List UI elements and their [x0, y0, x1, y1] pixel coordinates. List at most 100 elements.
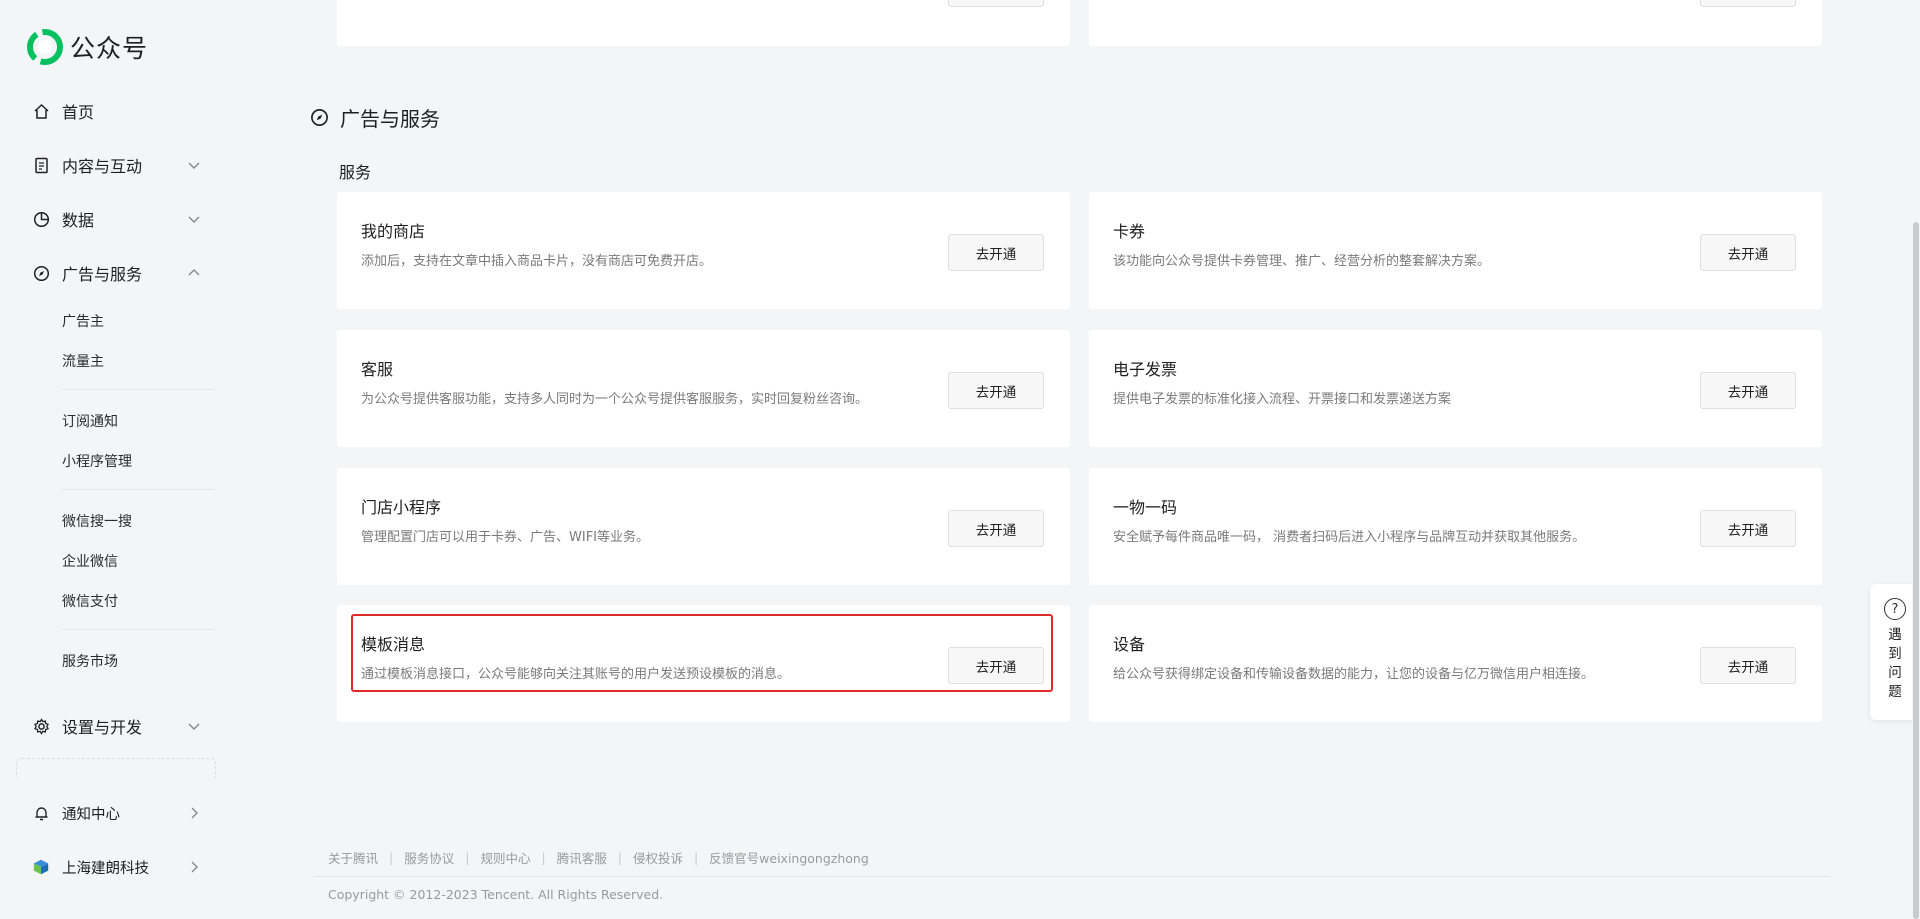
service-card-customer-service: 客服 为公众号提供客服功能，支持多人同时为一个公众号提供客服服务，实时回复粉丝咨…	[337, 330, 1070, 447]
card-title: 设备	[1113, 635, 1146, 654]
footer-link-feedback[interactable]: 反馈官号weixingongzhong	[709, 848, 869, 867]
footer-links: 关于腾讯 | 服务协议 | 规则中心 | 腾讯客服 | 侵权投诉 | 反馈官号w…	[328, 848, 869, 867]
home-icon	[32, 102, 50, 120]
service-card-coupons: 卡券 该功能向公众号提供卡券管理、推广、经营分析的整套解决方案。 去开通	[1089, 192, 1822, 309]
card-description: 通过模板消息接口，公众号能够向关注其账号的用户发送预设模板的消息。	[361, 667, 791, 682]
card-title: 模板消息	[361, 635, 426, 654]
sidebar-item-subscription-notice[interactable]: 订阅通知	[62, 411, 118, 431]
card-title: 我的商店	[361, 222, 426, 241]
footer-link-rules[interactable]: 规则中心	[480, 848, 530, 867]
nav-ads-label: 广告与服务	[62, 265, 143, 284]
open-button-partial[interactable]	[1700, 0, 1796, 7]
pie-chart-icon	[32, 210, 50, 228]
service-card-device: 设备 给公众号获得绑定设备和传输设备数据的能力，让您的设备与亿万微信用户相连接。…	[1089, 605, 1822, 722]
bell-icon	[32, 804, 50, 822]
nav-ads-services[interactable]: 广告与服务	[32, 259, 202, 287]
nav-account-label: 上海建朗科技	[62, 860, 149, 877]
section-title: 广告与服务	[310, 103, 440, 132]
separator: |	[389, 850, 394, 865]
card-partial-left	[337, 0, 1070, 46]
chevron-right-icon	[191, 807, 198, 819]
service-card-e-invoice: 电子发票 提供电子发票的标准化接入流程、开票接口和发票递送方案 去开通	[1089, 330, 1822, 447]
separator: |	[693, 850, 699, 865]
sidebar-item-publisher[interactable]: 流量主	[62, 351, 104, 371]
section-title-text: 广告与服务	[340, 107, 440, 131]
card-title: 电子发票	[1113, 360, 1178, 379]
nav-notifications[interactable]: 通知中心	[32, 799, 202, 827]
card-title: 一物一码	[1113, 498, 1178, 517]
card-description: 安全赋予每件商品唯一码， 消费者扫码后进入小程序与品牌互动并获取其他服务。	[1113, 530, 1586, 545]
open-button[interactable]: 去开通	[948, 234, 1044, 271]
footer-divider	[314, 876, 1830, 877]
nav-notifications-label: 通知中心	[62, 806, 120, 823]
scrollbar-thumb[interactable]	[1913, 222, 1919, 919]
open-button-partial[interactable]	[948, 0, 1044, 7]
divider	[62, 389, 214, 390]
dashed-separator	[16, 758, 216, 778]
nav-home-label: 首页	[62, 103, 95, 122]
open-button[interactable]: 去开通	[948, 510, 1044, 547]
footer-link-about[interactable]: 关于腾讯	[328, 848, 378, 867]
card-partial-right	[1089, 0, 1822, 46]
sidebar-item-advertiser[interactable]: 广告主	[62, 311, 104, 331]
service-card-one-item-one-code: 一物一码 安全赋予每件商品唯一码， 消费者扫码后进入小程序与品牌互动并获取其他服…	[1089, 468, 1822, 585]
nav-account[interactable]: 上海建朗科技	[32, 853, 202, 881]
card-description: 该功能向公众号提供卡券管理、推广、经营分析的整套解决方案。	[1113, 254, 1491, 269]
nav-settings-label: 设置与开发	[62, 718, 143, 737]
separator: |	[465, 850, 470, 865]
open-button[interactable]: 去开通	[1700, 372, 1796, 409]
card-description: 添加后，支持在文章中插入商品卡片，没有商店可免费开店。	[361, 254, 713, 269]
sidebar-item-wechat-pay[interactable]: 微信支付	[62, 591, 118, 611]
app-name: 公众号	[70, 34, 149, 63]
nav-data-label: 数据	[62, 211, 95, 230]
service-card-template-message: 模板消息 通过模板消息接口，公众号能够向关注其账号的用户发送预设模板的消息。 去…	[337, 605, 1070, 722]
card-description: 给公众号获得绑定设备和传输设备数据的能力，让您的设备与亿万微信用户相连接。	[1113, 667, 1595, 682]
copyright: Copyright © 2012-2023 Tencent. All Right…	[328, 887, 664, 902]
chevron-up-icon	[188, 269, 200, 276]
chevron-down-icon	[188, 216, 200, 223]
nav-data[interactable]: 数据	[32, 205, 202, 233]
nav-content[interactable]: 内容与互动	[32, 151, 202, 179]
divider	[62, 489, 214, 490]
card-description: 管理配置门店可以用于卡券、广告、WIFI等业务。	[361, 530, 649, 545]
service-card-store-miniprogram: 门店小程序 管理配置门店可以用于卡券、广告、WIFI等业务。 去开通	[337, 468, 1070, 585]
sidebar-item-wechat-search[interactable]: 微信搜一搜	[62, 511, 132, 531]
open-button[interactable]: 去开通	[1700, 234, 1796, 271]
sidebar-item-service-market[interactable]: 服务市场	[62, 651, 118, 671]
nav-content-label: 内容与互动	[62, 157, 143, 176]
separator: |	[541, 850, 546, 865]
sidebar-item-miniprogram[interactable]: 小程序管理	[62, 451, 132, 471]
open-button[interactable]: 去开通	[948, 372, 1044, 409]
chevron-right-icon	[191, 861, 198, 873]
group-label: 服务	[339, 163, 372, 182]
help-label: 遇到问题	[1888, 627, 1902, 700]
card-title: 卡券	[1113, 222, 1146, 241]
separator: |	[617, 850, 622, 865]
compass-icon	[310, 108, 329, 127]
question-icon: ?	[1884, 598, 1906, 620]
compass-icon	[32, 264, 50, 282]
footer-link-terms[interactable]: 服务协议	[404, 848, 454, 867]
open-button[interactable]: 去开通	[948, 647, 1044, 684]
nav-home[interactable]: 首页	[32, 97, 202, 125]
open-button[interactable]: 去开通	[1700, 510, 1796, 547]
card-title: 客服	[361, 360, 394, 379]
wechat-official-account-logo-icon	[27, 29, 63, 65]
document-icon	[32, 156, 50, 174]
sidebar-item-wecom[interactable]: 企业微信	[62, 551, 118, 571]
card-description: 为公众号提供客服功能，支持多人同时为一个公众号提供客服服务，实时回复粉丝咨询。	[361, 392, 869, 407]
card-description: 提供电子发票的标准化接入流程、开票接口和发票递送方案	[1113, 392, 1452, 407]
sidebar: 公众号 首页 内容与互动 数据 广告与服务 广告主 流量主 订阅通知 小程序管理…	[0, 0, 230, 919]
service-card-my-store: 我的商店 添加后，支持在文章中插入商品卡片，没有商店可免费开店。 去开通	[337, 192, 1070, 309]
card-title: 门店小程序	[361, 498, 442, 517]
logo[interactable]: 公众号	[27, 29, 148, 65]
open-button[interactable]: 去开通	[1700, 647, 1796, 684]
footer-link-complaint[interactable]: 侵权投诉	[633, 848, 683, 867]
chevron-down-icon	[188, 723, 200, 730]
divider	[62, 629, 214, 630]
account-avatar-icon	[32, 858, 50, 876]
nav-settings[interactable]: 设置与开发	[32, 712, 202, 740]
chevron-down-icon	[188, 162, 200, 169]
footer-link-support[interactable]: 腾讯客服	[557, 848, 607, 867]
gear-icon	[32, 717, 50, 735]
